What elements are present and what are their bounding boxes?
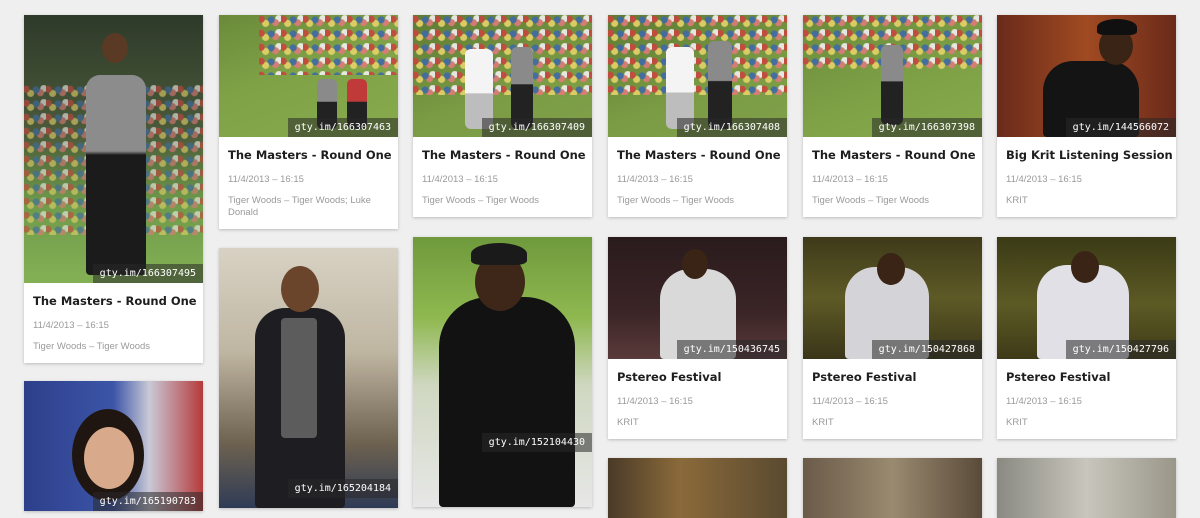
crowd-background (413, 15, 592, 95)
card-tags[interactable]: KRIT (1006, 195, 1167, 207)
card-date: 11/4/2013 – 16:15 (422, 174, 498, 185)
card-title[interactable]: Pstereo Festival (617, 370, 778, 384)
shortlink-badge[interactable]: gty.im/166307409 (481, 118, 592, 137)
photo-card[interactable]: gty.im/166307463 The Masters - Round One… (219, 15, 398, 229)
shortlink-badge[interactable]: gty.im/166307463 (287, 118, 398, 137)
photo-card[interactable]: gty.im/150427796 Pstereo Festival 11/4/2… (997, 237, 1176, 439)
photo-card[interactable] (803, 458, 982, 518)
golfer-figure (708, 41, 732, 129)
performer-head (877, 253, 905, 285)
card-title[interactable]: The Masters - Round One (812, 148, 976, 162)
shortlink-badge[interactable]: gty.im/150427868 (871, 340, 982, 359)
card-date: 11/4/2013 – 16:15 (33, 320, 109, 331)
photo-image[interactable] (997, 458, 1176, 518)
shortlink-badge[interactable]: gty.im/144566072 (1065, 118, 1176, 137)
caddie-figure (666, 47, 694, 129)
card-tags[interactable]: Tiger Woods – Tiger Woods (617, 195, 778, 207)
photo-card[interactable]: gty.im/152104430 (413, 237, 592, 507)
photo-image[interactable]: gty.im/165190783 (24, 381, 203, 511)
card-meta: The Masters - Round One 11/4/2013 – 16:1… (608, 137, 787, 217)
shortlink-badge[interactable]: gty.im/152104430 (481, 433, 592, 452)
photo-card[interactable]: gty.im/165190783 (24, 381, 203, 511)
shortlink-badge[interactable]: gty.im/166307495 (92, 264, 203, 283)
photo-card[interactable]: gty.im/150436745 Pstereo Festival 11/4/2… (608, 237, 787, 439)
card-date: 11/4/2013 – 16:15 (1006, 174, 1082, 185)
card-title[interactable]: The Masters - Round One (422, 148, 586, 162)
card-date: 11/4/2013 – 16:15 (1006, 396, 1082, 407)
card-tags[interactable]: Tiger Woods – Tiger Woods; Luke Donald (228, 195, 389, 219)
performer-head (682, 249, 708, 279)
card-date: 11/4/2013 – 16:15 (617, 396, 693, 407)
card-meta: Pstereo Festival 11/4/2013 – 16:15 KRIT (608, 359, 787, 439)
photo-card[interactable]: gty.im/166307408 The Masters - Round One… (608, 15, 787, 217)
card-meta: The Masters - Round One 11/4/2013 – 16:1… (803, 137, 982, 217)
photo-card[interactable]: gty.im/144566072 Big Krit Listening Sess… (997, 15, 1176, 217)
card-meta: The Masters - Round One 11/4/2013 – 16:1… (413, 137, 592, 217)
photo-image[interactable]: gty.im/144566072 (997, 15, 1176, 137)
shortlink-badge[interactable]: gty.im/150436745 (676, 340, 787, 359)
golfer-figure (86, 75, 146, 275)
card-date: 11/4/2013 – 16:15 (812, 174, 888, 185)
card-title[interactable]: The Masters - Round One (33, 294, 197, 308)
photo-image[interactable]: gty.im/166307398 (803, 15, 982, 137)
card-title[interactable]: Big Krit Listening Session (1006, 148, 1173, 162)
card-tags[interactable]: KRIT (1006, 417, 1167, 429)
golfer-figure (881, 45, 903, 125)
card-date: 11/4/2013 – 16:15 (228, 174, 304, 185)
shortlink-badge[interactable]: gty.im/166307408 (676, 118, 787, 137)
golfer-head (102, 33, 128, 63)
card-meta: Pstereo Festival 11/4/2013 – 16:15 KRIT (803, 359, 982, 439)
photo-image[interactable] (803, 458, 982, 518)
card-title[interactable]: Pstereo Festival (1006, 370, 1167, 384)
card-tags[interactable]: Tiger Woods – Tiger Woods (33, 341, 194, 353)
shortlink-badge[interactable]: gty.im/165204184 (287, 479, 398, 498)
photo-image[interactable]: gty.im/165204184 (219, 248, 398, 508)
cap (1097, 19, 1137, 35)
card-meta: Pstereo Festival 11/4/2013 – 16:15 KRIT (997, 359, 1176, 439)
card-tags[interactable]: Tiger Woods – Tiger Woods (812, 195, 973, 207)
card-date: 11/4/2013 – 16:15 (617, 174, 693, 185)
photo-image[interactable]: gty.im/152104430 (413, 237, 592, 507)
photo-card[interactable] (608, 458, 787, 518)
shortlink-badge[interactable]: gty.im/166307398 (871, 118, 982, 137)
person-tshirt (439, 297, 575, 507)
photo-image[interactable]: gty.im/166307463 (219, 15, 398, 137)
card-title[interactable]: Pstereo Festival (812, 370, 973, 384)
caddie-figure (465, 49, 493, 129)
card-tags[interactable]: Tiger Woods – Tiger Woods (422, 195, 583, 207)
photo-card[interactable]: gty.im/166307398 The Masters - Round One… (803, 15, 982, 217)
photo-image[interactable]: gty.im/166307495 (24, 15, 203, 283)
person-head (281, 266, 319, 312)
photo-image[interactable] (608, 458, 787, 518)
shortlink-badge[interactable]: gty.im/165190783 (92, 492, 203, 511)
photo-image[interactable]: gty.im/150427868 (803, 237, 982, 359)
crowd-background (259, 15, 398, 75)
golfer-figure (511, 47, 533, 129)
vest (281, 318, 317, 438)
photo-card[interactable]: gty.im/165204184 (219, 248, 398, 508)
cap (471, 243, 527, 265)
card-meta: The Masters - Round One 11/4/2013 – 16:1… (219, 137, 398, 229)
photo-card[interactable]: gty.im/150427868 Pstereo Festival 11/4/2… (803, 237, 982, 439)
photo-card[interactable]: gty.im/166307495 The Masters - Round One… (24, 15, 203, 363)
card-title[interactable]: The Masters - Round One (228, 148, 392, 162)
photo-card[interactable] (997, 458, 1176, 518)
crowd-background (608, 15, 787, 95)
photo-image[interactable]: gty.im/150427796 (997, 237, 1176, 359)
card-tags[interactable]: KRIT (812, 417, 973, 429)
card-meta: Big Krit Listening Session 11/4/2013 – 1… (997, 137, 1176, 217)
photo-image[interactable]: gty.im/166307409 (413, 15, 592, 137)
photo-image[interactable]: gty.im/150436745 (608, 237, 787, 359)
photo-card[interactable]: gty.im/166307409 The Masters - Round One… (413, 15, 592, 217)
card-title[interactable]: The Masters - Round One (617, 148, 781, 162)
photo-image[interactable]: gty.im/166307408 (608, 15, 787, 137)
card-date: 11/4/2013 – 16:15 (812, 396, 888, 407)
card-tags[interactable]: KRIT (617, 417, 778, 429)
performer-head (1071, 251, 1099, 283)
person-face (84, 427, 134, 489)
card-meta: The Masters - Round One 11/4/2013 – 16:1… (24, 283, 203, 363)
shortlink-badge[interactable]: gty.im/150427796 (1065, 340, 1176, 359)
